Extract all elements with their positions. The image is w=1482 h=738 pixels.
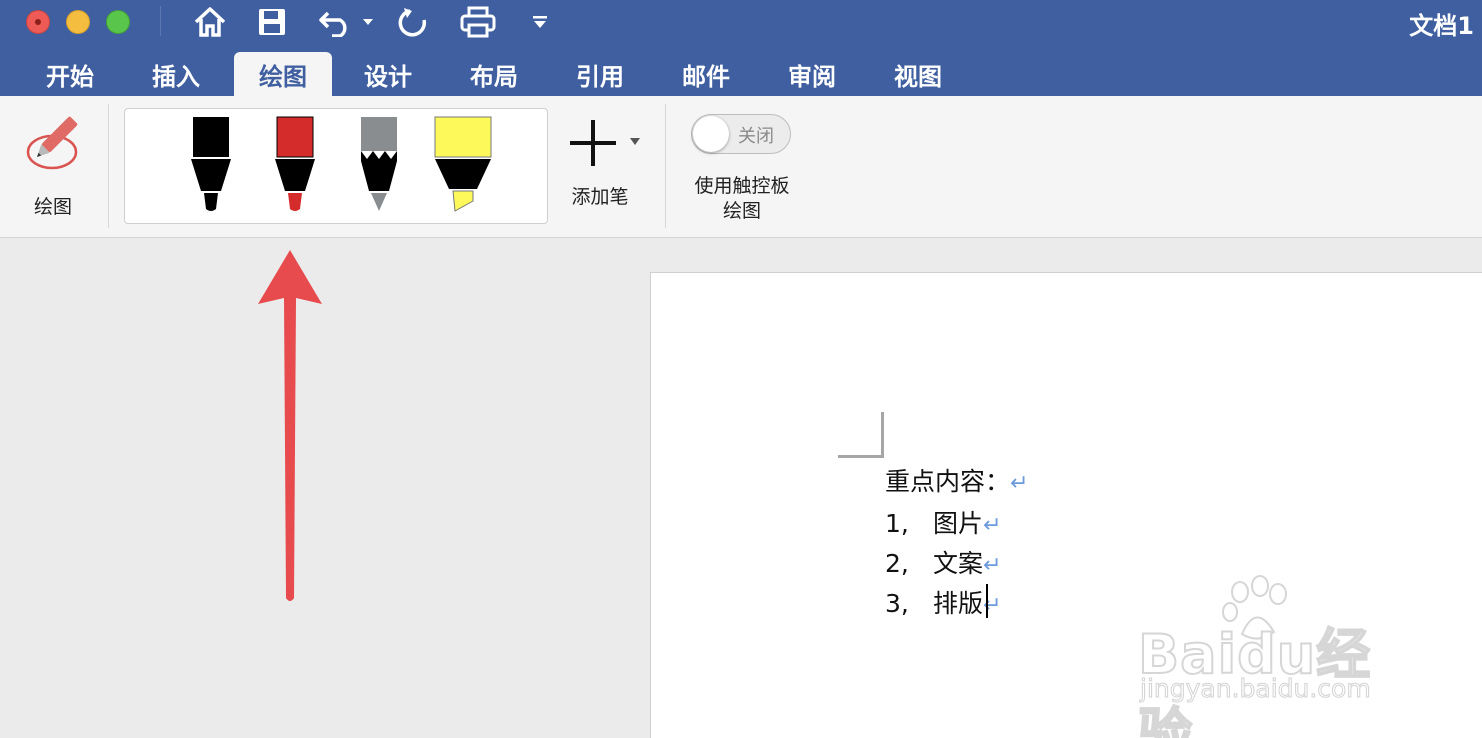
paragraph-mark: ↵ xyxy=(1010,471,1029,496)
ribbon-divider xyxy=(108,104,109,228)
redo-icon[interactable] xyxy=(396,4,432,40)
trackpad-label-line1: 使用触控板 xyxy=(694,175,790,197)
list-number: 3, xyxy=(885,589,909,618)
watermark-url: jingyan.baidu.com xyxy=(1140,674,1372,704)
line-text: 排版 xyxy=(933,589,984,618)
trackpad-draw-label: 使用触控板 绘图 xyxy=(676,174,808,224)
toolbar-divider xyxy=(160,6,161,36)
trackpad-draw-toggle[interactable]: 关闭 xyxy=(691,114,791,154)
add-pen-label: 添加笔 xyxy=(571,186,629,208)
document-line[interactable]: 重点内容：↵ xyxy=(885,462,1028,498)
tab-insert[interactable]: 插入 xyxy=(136,52,216,96)
undo-dropdown-icon[interactable] xyxy=(360,4,376,40)
tab-design[interactable]: 设计 xyxy=(348,52,428,96)
undo-icon[interactable] xyxy=(316,4,356,40)
tab-mailings[interactable]: 邮件 xyxy=(666,52,746,96)
document-line[interactable]: 2, 文案↵ xyxy=(885,544,1001,580)
draw-button[interactable]: 绘图 xyxy=(10,108,96,218)
minimize-window-button[interactable] xyxy=(66,10,90,34)
home-icon[interactable] xyxy=(190,4,230,40)
line-text: 重点内容： xyxy=(885,467,1011,496)
maximize-window-button[interactable] xyxy=(106,10,130,34)
customize-toolbar-icon[interactable] xyxy=(530,4,550,40)
tab-draw[interactable]: 绘图 xyxy=(234,52,332,96)
tab-references[interactable]: 引用 xyxy=(560,52,640,96)
toggle-knob xyxy=(693,116,729,152)
save-icon[interactable] xyxy=(254,4,290,40)
highlighter-icon[interactable] xyxy=(433,115,493,215)
tab-review[interactable]: 审阅 xyxy=(772,52,852,96)
line-text: 文案 xyxy=(933,549,984,578)
draw-pen-icon xyxy=(26,116,78,170)
pen-gallery xyxy=(124,108,548,224)
list-number: 1, xyxy=(885,509,909,538)
document-title: 文档1 xyxy=(1409,12,1474,40)
tab-view[interactable]: 视图 xyxy=(878,52,958,96)
baidu-watermark: Baidu经验 jingyan.baidu.com xyxy=(1130,574,1420,738)
line-text: 图片 xyxy=(933,509,984,538)
chevron-down-icon[interactable] xyxy=(630,138,640,145)
trackpad-label-line2: 绘图 xyxy=(722,200,761,222)
ribbon-draw: 绘图 添加笔 关闭 使用触控板 绘图 xyxy=(0,96,1482,238)
margin-crop-mark xyxy=(838,412,884,458)
plus-icon xyxy=(570,120,616,166)
pencil-icon[interactable] xyxy=(357,115,401,215)
document-line[interactable]: 3, 排版↵ xyxy=(885,584,1001,620)
draw-label: 绘图 xyxy=(33,196,72,218)
tab-home[interactable]: 开始 xyxy=(30,52,110,96)
close-window-button[interactable] xyxy=(26,10,50,34)
black-pen-icon[interactable] xyxy=(189,115,233,215)
paragraph-mark: ↵ xyxy=(983,513,1002,538)
toggle-state-label: 关闭 xyxy=(738,126,774,147)
paragraph-mark: ↵ xyxy=(983,553,1002,578)
ribbon-divider xyxy=(665,104,666,228)
print-icon[interactable] xyxy=(458,4,498,40)
tab-layout[interactable]: 布局 xyxy=(454,52,534,96)
list-number: 2, xyxy=(885,549,909,578)
title-bar: 文档1 开始 插入 绘图 设计 布局 引用 邮件 审阅 视图 xyxy=(0,0,1482,96)
add-pen-button[interactable]: 添加笔 xyxy=(564,114,648,214)
red-pen-icon[interactable] xyxy=(273,115,317,215)
text-cursor xyxy=(986,584,988,618)
red-arrow-annotation xyxy=(258,250,322,601)
document-line[interactable]: 1, 图片↵ xyxy=(885,504,1001,540)
